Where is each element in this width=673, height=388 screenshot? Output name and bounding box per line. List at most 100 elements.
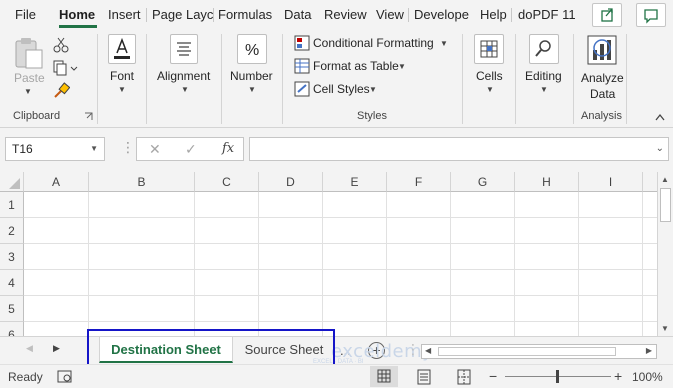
scrollbar-thumb[interactable]	[660, 188, 671, 222]
row-header-2[interactable]: 2	[0, 218, 24, 244]
next-sheet-icon[interactable]: ▶	[53, 343, 60, 354]
column-header-g[interactable]: G	[451, 172, 515, 192]
column-header-f[interactable]: F	[387, 172, 451, 192]
copy-icon[interactable]	[52, 59, 78, 77]
column-header-i[interactable]: I	[579, 172, 643, 192]
chevron-down-icon[interactable]: ▼	[248, 85, 256, 94]
tab-insert[interactable]: Insert	[108, 7, 141, 22]
tab-help[interactable]: Help	[480, 7, 507, 22]
column-header-a[interactable]: A	[24, 172, 89, 192]
percent-icon: %	[245, 42, 259, 59]
format-as-table-button[interactable]: Format as Table	[313, 59, 399, 73]
horizontal-scrollbar[interactable]: ◀ ▶	[421, 344, 657, 359]
paste-button[interactable]: Paste	[14, 71, 45, 85]
chevron-down-icon[interactable]: ▼	[486, 85, 494, 94]
analyze-data-button[interactable]: Analyze	[581, 71, 624, 85]
row-header-4[interactable]: 4	[0, 270, 24, 296]
cancel-icon[interactable]: ✕	[149, 141, 161, 158]
editing-button[interactable]	[529, 34, 559, 64]
tab-view[interactable]: View	[376, 7, 404, 22]
zoom-in-button[interactable]: +	[614, 368, 622, 384]
column-header-d[interactable]: D	[259, 172, 323, 192]
tab-page-layout[interactable]: Page Layc	[152, 7, 213, 22]
scroll-right-icon[interactable]: ▶	[646, 346, 652, 355]
chevron-down-icon[interactable]: ▼	[369, 85, 377, 94]
worksheet-grid[interactable]: A B C D E F G H I 1 2 3 4 5 6	[0, 172, 657, 336]
tab-splitter-icon[interactable]: ⋮	[406, 341, 420, 358]
zoom-slider-thumb[interactable]	[556, 370, 559, 383]
cut-icon[interactable]	[52, 36, 70, 54]
font-button[interactable]	[108, 34, 136, 64]
group-divider	[97, 34, 98, 124]
tab-formulas[interactable]: Formulas	[218, 7, 272, 22]
group-divider	[146, 34, 147, 124]
share-button[interactable]	[592, 3, 622, 27]
chevron-down-icon[interactable]: ▼	[24, 87, 32, 96]
scroll-up-icon[interactable]: ▲	[661, 175, 669, 184]
tab-data[interactable]: Data	[284, 7, 311, 22]
vertical-scrollbar[interactable]: ▲ ▼	[657, 172, 673, 336]
analysis-group-label: Analysis	[581, 110, 622, 122]
chevron-down-icon[interactable]: ▼	[181, 85, 189, 94]
scroll-down-icon[interactable]: ▼	[661, 324, 669, 333]
page-layout-view-icon[interactable]	[416, 369, 432, 385]
formula-input[interactable]: ⌄	[249, 137, 669, 161]
conditional-formatting-icon	[294, 35, 310, 51]
tab-home[interactable]: Home	[59, 7, 95, 22]
styles-group-label: Styles	[357, 110, 387, 122]
row-header-3[interactable]: 3	[0, 244, 24, 270]
column-header-h[interactable]: H	[515, 172, 579, 192]
zoom-out-button[interactable]: −	[489, 368, 497, 384]
tab-developer[interactable]: Develope	[414, 7, 469, 22]
column-header-c[interactable]: C	[195, 172, 259, 192]
group-divider	[462, 34, 463, 124]
chevron-down-icon[interactable]: ▼	[440, 39, 448, 48]
normal-view-button[interactable]	[370, 366, 398, 387]
tab-file[interactable]: File	[15, 7, 36, 22]
prev-sheet-icon[interactable]: ◀	[26, 343, 33, 354]
name-box[interactable]: T16 ▼	[5, 137, 105, 161]
row-header-6[interactable]: 6	[0, 322, 24, 336]
cell-styles-button[interactable]: Cell Styles	[313, 82, 370, 96]
status-ready: Ready	[8, 370, 43, 384]
enter-icon[interactable]: ✓	[185, 141, 197, 158]
insert-function-icon[interactable]: fx	[222, 141, 234, 156]
alignment-button[interactable]	[170, 34, 198, 64]
comments-button[interactable]	[636, 3, 666, 27]
page-break-view-icon[interactable]	[456, 369, 472, 385]
paste-icon	[15, 38, 43, 69]
macro-record-icon[interactable]	[57, 370, 73, 384]
column-header-b[interactable]: B	[89, 172, 195, 192]
group-divider	[221, 34, 222, 124]
chevron-down-icon[interactable]: ▼	[398, 62, 406, 71]
alignment-label: Alignment	[157, 69, 211, 83]
row-header-1[interactable]: 1	[0, 192, 24, 218]
chevron-down-icon[interactable]: ▼	[90, 144, 98, 153]
select-all-corner[interactable]	[0, 172, 24, 192]
search-icon	[535, 40, 551, 57]
tab-review[interactable]: Review	[324, 7, 367, 22]
analyze-data-label-line2: Data	[590, 87, 616, 101]
conditional-formatting-button[interactable]: Conditional Formatting	[313, 36, 434, 50]
zoom-level[interactable]: 100%	[632, 370, 663, 384]
analyze-data-icon	[587, 35, 617, 65]
row-header-5[interactable]: 5	[0, 296, 24, 322]
tab-divider	[511, 8, 512, 22]
chevron-down-icon[interactable]: ▼	[540, 85, 548, 94]
expand-formula-icon[interactable]: ⌄	[656, 143, 664, 154]
column-header-partial[interactable]	[643, 172, 657, 192]
more-options-icon: ⋮	[121, 139, 135, 155]
tab-dopdf[interactable]: doPDF 11	[518, 7, 576, 22]
chevron-down-icon[interactable]: ▼	[118, 85, 126, 94]
dialog-launcher-icon[interactable]	[84, 112, 94, 122]
column-header-e[interactable]: E	[323, 172, 387, 192]
group-divider	[515, 34, 516, 124]
number-button[interactable]: %	[237, 34, 267, 64]
font-color-icon	[114, 37, 130, 59]
collapse-ribbon-icon[interactable]	[654, 112, 666, 122]
format-painter-icon[interactable]	[52, 82, 70, 100]
cells-button[interactable]	[474, 34, 504, 64]
horizontal-scrollbar-thumb[interactable]	[438, 347, 616, 356]
tab-divider	[146, 8, 147, 22]
scroll-left-icon[interactable]: ◀	[425, 346, 431, 355]
